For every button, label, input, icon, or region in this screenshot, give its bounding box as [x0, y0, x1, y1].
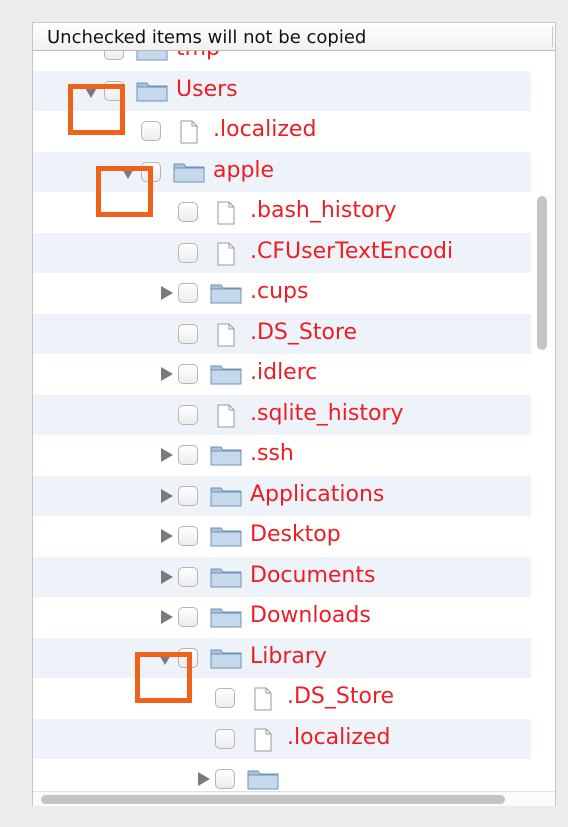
document-icon — [253, 687, 273, 715]
highlight-box-apple-disclosure — [96, 166, 153, 217]
horizontal-scrollbar-thumb[interactable] — [41, 795, 505, 804]
disclosure-closed-icon[interactable] — [161, 286, 173, 300]
folder-row[interactable] — [33, 759, 531, 791]
include-checkbox[interactable] — [178, 283, 198, 303]
include-checkbox[interactable] — [215, 688, 235, 708]
include-checkbox[interactable] — [178, 607, 198, 627]
folder-row[interactable]: .cups — [33, 273, 531, 313]
folder-row[interactable]: Documents — [33, 556, 531, 597]
disclosure-closed-icon[interactable] — [161, 448, 173, 462]
item-label: tmp — [176, 51, 220, 61]
disclosure-closed-icon[interactable] — [161, 569, 173, 584]
column-header[interactable]: Unchecked items will not be copied — [33, 22, 555, 51]
include-checkbox[interactable] — [178, 242, 198, 263]
disclosure-closed-icon[interactable] — [161, 367, 173, 381]
folder-icon — [210, 485, 242, 511]
disclosure-closed-icon[interactable] — [198, 772, 210, 786]
item-label: .bash_history — [250, 198, 397, 223]
item-label: Desktop — [250, 522, 341, 547]
item-label: .localized — [287, 724, 391, 750]
include-checkbox[interactable] — [178, 364, 198, 384]
window-background-top — [0, 0, 568, 22]
disclosure-closed-icon[interactable] — [161, 488, 173, 503]
folder-row[interactable]: Downloads — [33, 597, 531, 637]
folder-icon — [210, 606, 242, 632]
folder-icon — [210, 363, 242, 389]
item-label: Users — [176, 76, 238, 102]
item-label: .sqlite_history — [250, 400, 404, 426]
item-label: .cups — [250, 279, 309, 304]
item-label: apple — [213, 157, 275, 183]
item-label: .ssh — [250, 441, 294, 466]
column-divider — [552, 26, 553, 47]
document-icon — [216, 201, 236, 229]
folder-row[interactable]: .ssh — [33, 435, 531, 475]
item-label: .localized — [213, 117, 317, 142]
item-label: Library — [250, 643, 327, 669]
include-checkbox[interactable] — [141, 121, 161, 141]
item-label: .DS_Store — [250, 319, 358, 345]
vertical-scrollbar-thumb[interactable] — [537, 196, 547, 350]
folder-icon — [210, 525, 242, 551]
include-checkbox[interactable] — [215, 728, 235, 749]
file-row[interactable]: .localized — [33, 718, 531, 759]
document-icon — [253, 728, 273, 756]
item-label: .DS_Store — [287, 684, 395, 709]
include-checkbox[interactable] — [178, 566, 198, 587]
document-icon — [179, 120, 199, 148]
include-checkbox[interactable] — [178, 323, 198, 344]
file-tree: tmp Users .localized apple .bash_history .CFU… — [33, 51, 555, 791]
file-row[interactable]: .DS_Store — [33, 678, 531, 718]
include-checkbox[interactable] — [215, 769, 235, 789]
horizontal-scrollbar[interactable] — [33, 791, 555, 806]
window-background-left — [0, 0, 32, 827]
highlight-box-library-disclosure — [135, 652, 192, 703]
file-row[interactable]: .sqlite_history — [33, 394, 531, 435]
folder-icon — [210, 647, 242, 673]
window-background-bottom — [0, 806, 568, 827]
include-checkbox[interactable] — [178, 485, 198, 506]
folder-row[interactable]: Desktop — [33, 516, 531, 556]
disclosure-closed-icon[interactable] — [161, 529, 173, 543]
folder-row[interactable]: .idlerc — [33, 354, 531, 394]
include-checkbox[interactable] — [178, 445, 198, 465]
folder-row[interactable]: tmp — [33, 51, 531, 70]
item-label: Applications — [250, 481, 385, 507]
folder-icon — [136, 80, 168, 106]
highlight-box-users-disclosure — [68, 84, 125, 135]
folder-icon — [210, 444, 242, 470]
column-header-label: Unchecked items will not be copied — [47, 27, 367, 48]
folder-icon — [136, 51, 168, 65]
file-tree-panel: Unchecked items will not be copied tmp Us… — [32, 22, 556, 806]
disclosure-closed-icon[interactable] — [161, 610, 173, 624]
window-background-right — [556, 0, 568, 827]
include-checkbox[interactable] — [178, 202, 198, 222]
folder-icon — [210, 566, 242, 592]
include-checkbox[interactable] — [178, 404, 198, 425]
folder-row[interactable]: Library — [33, 637, 531, 678]
file-row[interactable]: .CFUserTextEncodi — [33, 232, 531, 273]
document-icon — [216, 323, 236, 351]
folder-icon — [210, 282, 242, 308]
item-label: .idlerc — [250, 360, 318, 385]
folder-row[interactable]: Applications — [33, 475, 531, 516]
folder-icon — [173, 161, 205, 187]
folder-icon — [247, 768, 279, 791]
file-row[interactable]: .DS_Store — [33, 313, 531, 354]
item-label: .CFUserTextEncodi — [250, 238, 454, 264]
item-label: Downloads — [250, 603, 371, 628]
include-checkbox[interactable] — [178, 526, 198, 546]
include-checkbox[interactable] — [104, 51, 124, 60]
item-label: Documents — [250, 562, 376, 588]
document-icon — [216, 242, 236, 270]
document-icon — [216, 404, 236, 432]
